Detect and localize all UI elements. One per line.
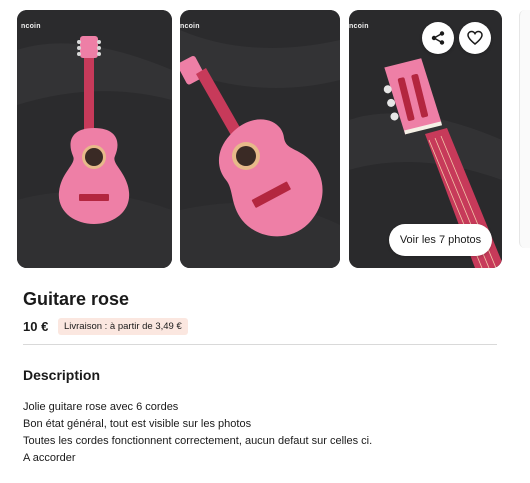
description-line: Bon état général, tout est visible sur l… <box>23 418 252 430</box>
description-line: A accorder <box>23 452 76 464</box>
description-heading: Description <box>23 367 101 383</box>
listing-price: 10 € <box>23 319 49 334</box>
guitar-image <box>180 10 340 268</box>
listing-title: Guitare rose <box>23 289 130 309</box>
heart-icon <box>467 30 483 45</box>
watermark-text: ncoin <box>21 23 41 30</box>
section-divider <box>23 344 497 345</box>
gallery-photo-2[interactable]: ncoin <box>180 10 340 268</box>
photo-gallery: ncoin ncoin ncoin Voir les 7 photos <box>0 0 530 270</box>
share-button[interactable] <box>422 22 454 54</box>
next-panel-edge <box>519 10 530 248</box>
description-line: Jolie guitare rose avec 6 cordes <box>23 401 179 413</box>
share-icon <box>431 31 445 45</box>
watermark-text: ncoin <box>180 23 200 30</box>
favorite-button[interactable] <box>459 22 491 54</box>
delivery-badge: Livraison : à partir de 3,49 € <box>58 318 188 335</box>
description-line: Toutes les cordes fonctionnent correctem… <box>23 435 373 447</box>
see-all-photos-button[interactable]: Voir les 7 photos <box>389 224 492 256</box>
guitar-image <box>17 10 172 268</box>
description-text: Jolie guitare rose avec 6 cordes Bon éta… <box>23 399 372 467</box>
gallery-photo-1[interactable]: ncoin <box>17 10 172 268</box>
watermark-text: ncoin <box>349 23 369 30</box>
